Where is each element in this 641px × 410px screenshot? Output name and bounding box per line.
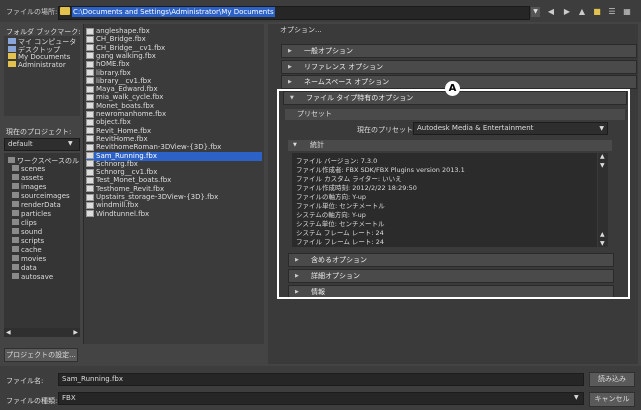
folder-icon — [12, 273, 19, 279]
list-view-icon[interactable]: ☰ — [607, 7, 617, 17]
fbx-file-icon — [86, 35, 94, 43]
folder-icon — [12, 246, 19, 252]
tree-item[interactable]: sourceimages — [12, 192, 70, 200]
folder-icon — [8, 157, 15, 163]
section-reference-options[interactable]: ▶ リファレンス オプション — [281, 60, 637, 74]
fbx-file-icon — [86, 135, 94, 143]
project-select-value: default — [8, 140, 33, 148]
expand-arrow-icon: ▶ — [288, 48, 292, 54]
fbx-file-icon — [86, 193, 94, 201]
fbx-file-icon — [86, 93, 94, 101]
callout-highlight-box — [277, 89, 630, 299]
folder-icon — [12, 255, 19, 261]
new-folder-icon[interactable]: ■ — [592, 7, 602, 17]
project-tree-scrollbar[interactable]: ◀ ▶ — [4, 328, 80, 337]
load-button[interactable]: 読み込み — [589, 372, 635, 387]
file-item[interactable]: Windtunnel.fbx — [86, 210, 262, 219]
tree-item[interactable]: cache — [12, 246, 42, 254]
filetype-label: ファイルの種類: — [6, 397, 58, 405]
tree-item[interactable]: images — [12, 183, 46, 191]
fbx-file-icon — [86, 152, 94, 159]
chevron-down-icon: ▼ — [574, 394, 579, 401]
tree-item[interactable]: renderData — [12, 201, 61, 209]
tree-item[interactable]: clips — [12, 219, 37, 227]
computer-icon — [8, 38, 16, 44]
desktop-icon — [8, 46, 16, 52]
callout-badge: A — [445, 81, 460, 96]
options-label: オプション... — [280, 26, 322, 34]
tree-item[interactable]: scenes — [12, 165, 45, 173]
folder-icon — [60, 7, 70, 15]
folder-icon — [12, 228, 19, 234]
scroll-right-icon[interactable]: ▶ — [73, 329, 78, 336]
project-settings-button[interactable]: プロジェクトの設定... — [4, 348, 78, 362]
bookmarks-panel: マイ コンピュータ デスクトップ My Documents Administra… — [4, 36, 80, 116]
fbx-file-icon — [86, 143, 94, 151]
folder-icon — [12, 264, 19, 270]
folder-icon — [12, 201, 19, 207]
section-general-options[interactable]: ▶ 一般オプション — [281, 44, 637, 58]
folder-icon — [12, 183, 19, 189]
path-text[interactable]: C:\Documents and Settings\Administrator\… — [72, 7, 275, 17]
fbx-file-icon — [86, 27, 94, 35]
fbx-file-icon — [86, 118, 94, 126]
forward-icon[interactable]: ▶ — [562, 7, 572, 17]
detail-view-icon[interactable]: ▦ — [622, 7, 632, 17]
fbx-file-icon — [86, 102, 94, 110]
folder-icon — [12, 165, 19, 171]
tree-item[interactable]: autosave — [12, 273, 53, 281]
filename-input[interactable]: Sam_Running.fbx — [58, 373, 584, 386]
tree-item[interactable]: particles — [12, 210, 51, 218]
project-tree: ワークスペースのル scenes assets images sourceima… — [4, 153, 80, 328]
folder-icon — [8, 53, 16, 59]
fbx-file-icon — [86, 52, 94, 60]
filetype-select[interactable]: FBX — [58, 392, 584, 405]
cancel-button[interactable]: キャンセル — [589, 392, 635, 407]
fbx-file-icon — [86, 69, 94, 76]
tree-item[interactable]: scripts — [12, 237, 44, 245]
expand-arrow-icon: ▶ — [288, 79, 292, 85]
tree-item[interactable]: sound — [12, 228, 42, 236]
fbx-file-icon — [86, 160, 94, 168]
fbx-file-icon — [86, 85, 94, 93]
tree-item[interactable]: assets — [12, 174, 43, 182]
location-label: ファイルの場所: — [6, 8, 58, 16]
scroll-left-icon[interactable]: ◀ — [6, 329, 11, 336]
bookmark-my-documents[interactable]: My Documents — [8, 53, 70, 61]
fbx-file-icon — [86, 176, 94, 184]
fbx-file-icon — [86, 210, 94, 218]
expand-arrow-icon: ▶ — [288, 64, 292, 70]
folder-icon — [12, 210, 19, 216]
fbx-file-icon — [86, 185, 94, 193]
folder-icon — [12, 174, 19, 180]
filename-label: ファイル名: — [6, 377, 44, 385]
fbx-file-icon — [86, 201, 94, 209]
fbx-file-icon — [86, 127, 94, 135]
bookmark-administrator[interactable]: Administrator — [8, 61, 66, 69]
fbx-file-icon — [86, 77, 94, 85]
fbx-file-icon — [86, 110, 94, 118]
tree-item[interactable]: data — [12, 264, 37, 272]
folder-icon — [12, 219, 19, 225]
folder-icon — [12, 237, 19, 243]
chevron-down-icon: ▼ — [68, 140, 73, 147]
project-label: 現在のプロジェクト: — [6, 128, 72, 136]
fbx-file-icon — [86, 60, 94, 68]
path-dropdown-button[interactable]: ▼ — [531, 7, 540, 17]
back-icon[interactable]: ◀ — [546, 7, 556, 17]
tree-item[interactable]: movies — [12, 255, 46, 263]
up-folder-icon[interactable]: ▲ — [577, 7, 587, 17]
folder-icon — [8, 61, 16, 67]
fbx-file-icon — [86, 168, 94, 176]
folder-icon — [12, 192, 19, 198]
fbx-file-icon — [86, 44, 94, 52]
